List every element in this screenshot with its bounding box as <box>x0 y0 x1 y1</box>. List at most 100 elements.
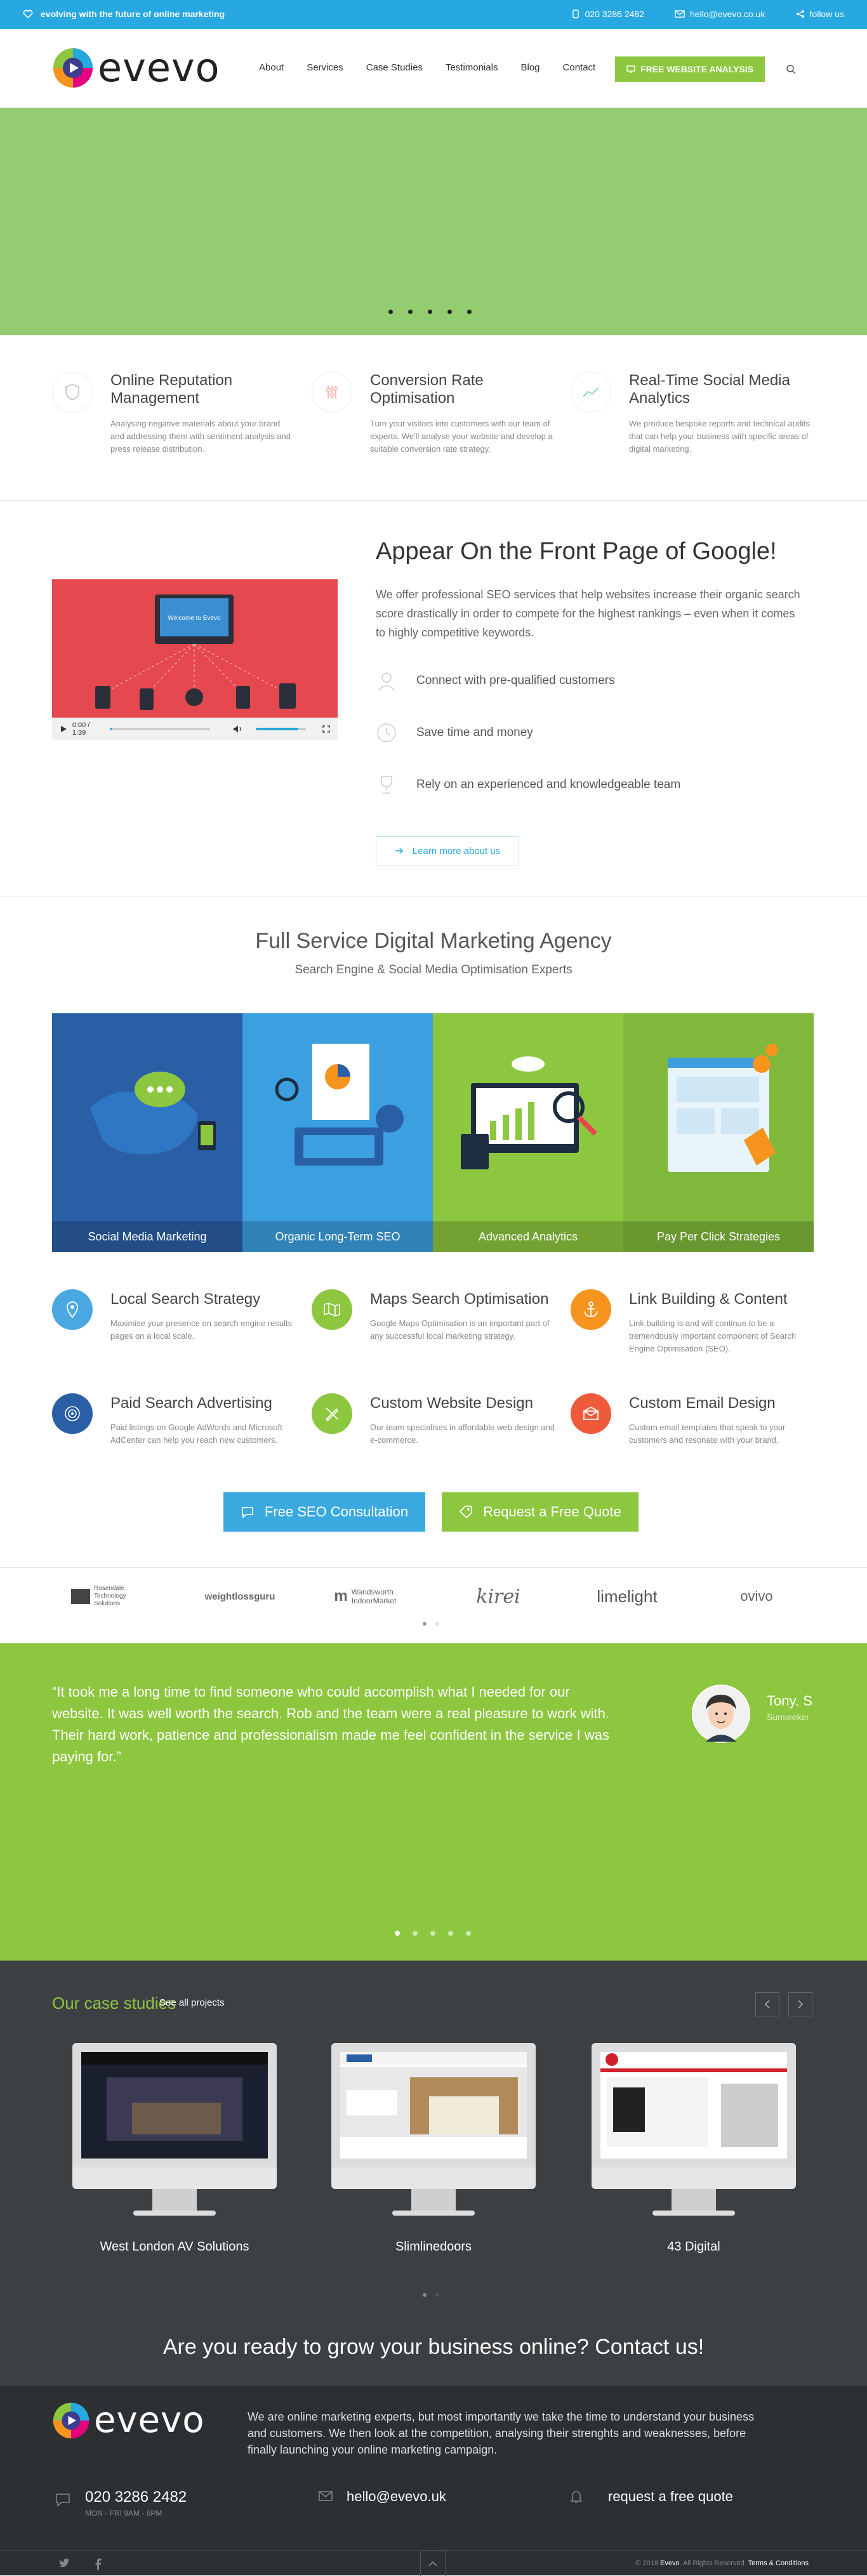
nav-testimonials[interactable]: Testimonials <box>446 62 498 73</box>
free-analysis-button[interactable]: FREE WEBSITE ANALYSIS <box>615 56 765 82</box>
video-time: 0:00 / 1:39 <box>72 721 90 737</box>
client-logo[interactable]: weightlossguru <box>202 1582 278 1610</box>
footer-quote[interactable]: request a free quote <box>570 2488 733 2505</box>
nav-services[interactable]: Services <box>307 62 343 73</box>
seo-bullet-text: Save time and money <box>416 726 533 739</box>
phone-text: 020 3286 2482 <box>585 9 645 19</box>
case-screenshot <box>340 2052 527 2159</box>
shield-icon <box>65 384 79 400</box>
nav-case-studies[interactable]: Case Studies <box>366 62 423 73</box>
clients-dot[interactable] <box>423 1622 427 1626</box>
service-text: Our team specialises in affordable web d… <box>370 1423 555 1445</box>
seo-bullet: Save time and money <box>376 722 533 744</box>
learn-more-button[interactable]: Learn more about us <box>376 836 519 865</box>
heart-icon <box>23 10 33 18</box>
chevron-up-icon <box>428 2561 437 2566</box>
service-text: Link building is and will continue to be… <box>629 1318 797 1353</box>
play-icon[interactable] <box>60 725 67 733</box>
service-title: Link Building & Content <box>629 1291 788 1308</box>
search-icon[interactable] <box>786 64 796 74</box>
tile-organic-seo[interactable]: Organic Long-Term SEO <box>242 1013 433 1252</box>
client-logo[interactable]: limelight <box>589 1582 665 1610</box>
clock-icon <box>377 723 396 742</box>
logo[interactable]: evevo <box>52 44 220 91</box>
nav-about[interactable]: About <box>259 62 284 73</box>
cases-next-button[interactable] <box>788 1992 812 2016</box>
service-title: Custom Email Design <box>629 1395 776 1412</box>
client-logo[interactable]: ovivo <box>731 1582 782 1610</box>
service-title: Local Search Strategy <box>110 1291 261 1308</box>
client-logo[interactable]: kirei <box>470 1582 527 1610</box>
hero-dot[interactable] <box>447 310 452 314</box>
chat-icon <box>241 1507 253 1518</box>
testimonial-dot[interactable] <box>466 1931 471 1936</box>
target-icon <box>65 1406 80 1421</box>
see-all-projects-link[interactable]: See all projects <box>146 1997 225 2008</box>
facebook-icon[interactable] <box>95 2558 102 2570</box>
tile-ppc[interactable]: Pay Per Click Strategies <box>623 1013 814 1252</box>
back-to-top-button[interactable] <box>420 2551 446 2576</box>
feature-title: Real-Time Social Media Analytics <box>629 372 790 407</box>
testimonial-pagination <box>395 1931 471 1936</box>
video-player[interactable]: Welcome to Evevo 0:00 / 1:39 <box>52 579 338 740</box>
testimonial-dot[interactable] <box>430 1931 435 1936</box>
footer-hours: MON - FRI 9AM - 6PM <box>85 2509 162 2518</box>
video-progress[interactable] <box>110 728 211 730</box>
request-quote-button[interactable]: Request a Free Quote <box>442 1492 639 1532</box>
page: { "topbar": { "tagline": "evolving with … <box>0 0 867 2576</box>
tile-social-media[interactable]: Social Media Marketing <box>52 1013 242 1252</box>
testimonial-section: “It took me a long time to find someone … <box>0 1643 867 1961</box>
client-logo-text: Wandsworth IndoorMarket <box>351 1587 397 1605</box>
phone-link[interactable]: 020 3286 2482 <box>571 9 644 19</box>
cases-dot[interactable] <box>435 2293 439 2297</box>
clients-dot[interactable] <box>435 1622 439 1626</box>
free-analysis-label: FREE WEBSITE ANALYSIS <box>640 64 753 74</box>
consult-label: Free SEO Consultation <box>264 1504 409 1520</box>
case-screenshot <box>81 2052 268 2159</box>
hero-dot[interactable] <box>467 310 472 314</box>
footer-email[interactable]: hello@evevo.uk <box>319 2488 446 2505</box>
email-link[interactable]: hello@evevo.co.uk <box>675 9 765 19</box>
client-logo[interactable]: Rosendale Technology Solutions <box>71 1582 147 1610</box>
tile-caption: Advanced Analytics <box>433 1221 623 1252</box>
twitter-icon[interactable] <box>58 2558 70 2568</box>
client-logo[interactable]: m Wandsworth IndoorMarket <box>329 1582 418 1610</box>
share-icon <box>796 10 804 18</box>
sliders-icon <box>326 386 338 398</box>
avatar <box>692 1685 750 1743</box>
footer-logo[interactable]: evevo <box>52 2400 204 2441</box>
testimonial-dot[interactable] <box>413 1931 418 1936</box>
free-seo-consultation-button[interactable]: Free SEO Consultation <box>223 1492 425 1532</box>
cases-dot[interactable] <box>423 2293 427 2297</box>
hero-dot[interactable] <box>388 310 393 314</box>
cases-prev-button[interactable] <box>755 1992 779 2016</box>
tile-caption: Organic Long-Term SEO <box>242 1221 433 1252</box>
follow-us-link[interactable]: follow us <box>796 9 844 19</box>
testimonial-dot[interactable] <box>448 1931 453 1936</box>
hero-dot[interactable] <box>428 310 432 314</box>
nav-contact[interactable]: Contact <box>563 62 596 73</box>
agency-title: Full Service Digital Marketing Agency <box>255 929 612 953</box>
site-footer: evevo We are online marketing experts, b… <box>0 2386 867 2576</box>
case-title: West London AV Solutions <box>100 2240 249 2254</box>
footer-quote-text: request a free quote <box>608 2488 733 2504</box>
service-title: Maps Search Optimisation <box>370 1291 549 1308</box>
learn-more-label: Learn more about us <box>412 845 501 857</box>
fullscreen-icon[interactable] <box>322 725 330 733</box>
client-logo-mark: m <box>334 1587 348 1605</box>
tile-analytics[interactable]: Advanced Analytics <box>433 1013 623 1252</box>
service-icon-wrap <box>571 1393 611 1434</box>
divider <box>0 896 867 897</box>
testimonial-dot[interactable] <box>395 1931 400 1936</box>
copyright-brand[interactable]: Evevo <box>660 2560 680 2567</box>
nav-blog[interactable]: Blog <box>520 62 539 73</box>
volume-slider[interactable] <box>256 728 307 730</box>
footer-phone[interactable]: 020 3286 2482 MON - FRI 9AM - 6PM <box>55 2488 187 2518</box>
hero-pagination <box>388 310 472 314</box>
volume-icon[interactable] <box>233 725 243 733</box>
terms-link[interactable]: Terms & Conditions <box>748 2560 809 2567</box>
volume-fill <box>256 728 299 730</box>
contact-cta-heading: Are you ready to grow your business onli… <box>162 2335 705 2359</box>
hero-dot[interactable] <box>408 310 413 314</box>
service-icon-wrap <box>52 1393 93 1434</box>
